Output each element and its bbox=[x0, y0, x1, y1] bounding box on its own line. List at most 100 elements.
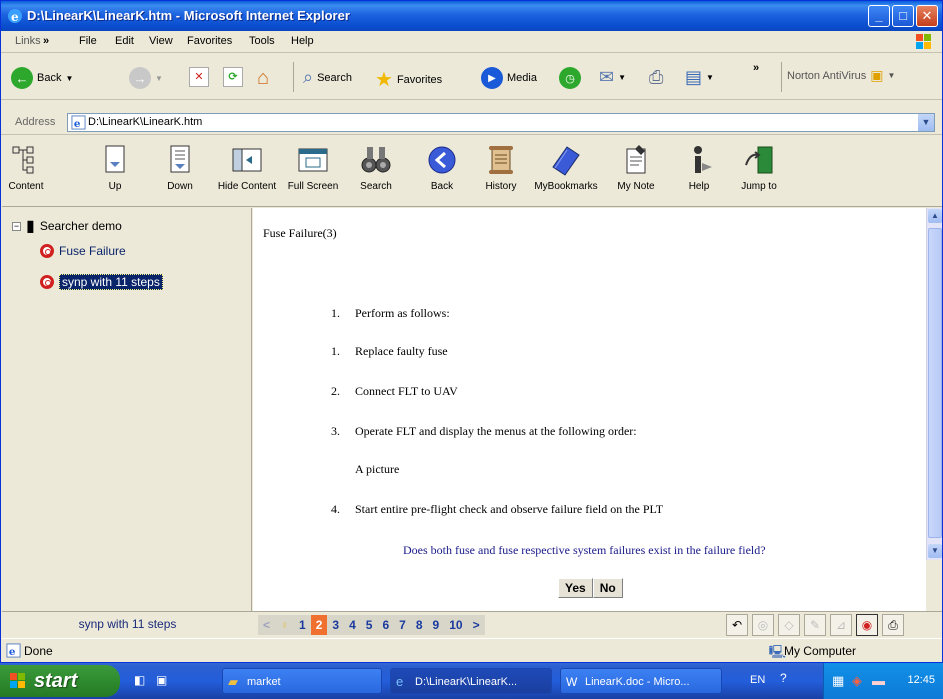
up-button[interactable]: Up bbox=[98, 143, 132, 192]
step-item: 1. Replace faulty fuse bbox=[331, 344, 448, 358]
jump-door-icon bbox=[745, 146, 773, 174]
learning-tools: ↶ ◎ ◇ ✎ ⊿ ◉ ⎙ bbox=[726, 614, 904, 636]
quick-launch-icon[interactable]: ▣ bbox=[156, 673, 167, 687]
favorites-button[interactable]: ★ Favorites bbox=[375, 67, 442, 92]
step-item: 2. Connect FLT to UAV bbox=[331, 384, 458, 398]
quick-launch-icon[interactable]: ◧ bbox=[134, 673, 145, 687]
back-button[interactable]: ← Back ▼ bbox=[11, 67, 73, 89]
norton-antivirus-button[interactable]: Norton AntiVirus ▣ ▼ bbox=[787, 67, 895, 84]
scroll-down-button[interactable]: ▼ bbox=[928, 544, 942, 558]
eraser-icon[interactable]: ◇ bbox=[778, 614, 800, 636]
current-topic-label: synp with 11 steps bbox=[78, 617, 177, 631]
links-chevron[interactable]: » bbox=[43, 35, 49, 47]
no-button[interactable]: No bbox=[592, 578, 623, 598]
refresh-button[interactable]: ⟳ bbox=[223, 67, 243, 87]
status-bar: e Done 🖳 My Computer bbox=[2, 638, 942, 662]
vertical-scrollbar[interactable]: ▲ ▼ bbox=[926, 208, 942, 560]
page-8[interactable]: 8 bbox=[411, 615, 428, 635]
page-1[interactable]: 1 bbox=[294, 615, 311, 635]
chart-icon[interactable]: ⊿ bbox=[830, 614, 852, 636]
edit-icon: ▤ bbox=[685, 67, 703, 87]
page-5[interactable]: 5 bbox=[361, 615, 378, 635]
step-item: 4. Start entire pre-flight check and obse… bbox=[331, 502, 664, 516]
menu-tools[interactable]: Tools bbox=[249, 35, 275, 47]
help-tray-icon[interactable]: ? bbox=[780, 671, 787, 685]
help-button[interactable]: Help bbox=[684, 143, 714, 192]
ie-page-icon: e bbox=[71, 115, 86, 130]
progress-marker-icon: ♀ bbox=[280, 618, 290, 632]
page-10[interactable]: 10 bbox=[444, 615, 467, 635]
collapse-icon[interactable]: − bbox=[12, 221, 21, 231]
page-6[interactable]: 6 bbox=[377, 615, 394, 635]
page-7[interactable]: 7 bbox=[394, 615, 411, 635]
svg-text:e: e bbox=[11, 10, 19, 24]
my-note-button[interactable]: My Note bbox=[612, 143, 660, 192]
my-bookmarks-button[interactable]: MyBookmarks bbox=[534, 143, 598, 192]
hide-content-button[interactable]: Hide Content bbox=[214, 143, 280, 192]
step-pager: < ♀ 1 2 3 4 5 6 7 8 9 10 > bbox=[258, 615, 485, 635]
title-bar[interactable]: e D:\LinearK\LinearK.htm - Microsoft Int… bbox=[1, 1, 942, 31]
edit-button[interactable]: ▤ ▼ bbox=[685, 67, 714, 88]
tree-item-synp-with-11-steps[interactable]: synp with 11 steps bbox=[40, 274, 163, 290]
jump-to-button[interactable]: Jump to bbox=[736, 143, 782, 192]
search-button[interactable]: ⌕ Search bbox=[303, 67, 352, 88]
task-market[interactable]: ▰ market bbox=[222, 668, 382, 694]
maximize-button[interactable]: □ bbox=[892, 5, 914, 27]
ie-page-icon: e bbox=[6, 643, 21, 658]
tree-item-fuse-failure[interactable]: Fuse Failure bbox=[40, 244, 126, 258]
media-icon: ▶ bbox=[481, 67, 503, 89]
links-toolbar[interactable]: Links bbox=[15, 35, 41, 47]
back-help-button[interactable]: Back bbox=[424, 143, 460, 192]
down-button[interactable]: Down bbox=[160, 143, 200, 192]
menu-view[interactable]: View bbox=[149, 35, 173, 47]
address-input[interactable]: e D:\LinearK\LinearK.htm ▼ bbox=[67, 113, 935, 132]
lifebuoy-icon[interactable]: ◉ bbox=[856, 614, 878, 636]
cd-icon[interactable]: ◎ bbox=[752, 614, 774, 636]
tray-app-icon[interactable]: ◈ bbox=[852, 673, 862, 689]
task-word-doc[interactable]: W LinearK.doc - Micro... bbox=[560, 668, 722, 694]
history-button[interactable]: ◷ bbox=[559, 67, 581, 89]
home-button[interactable]: ⌂ bbox=[257, 67, 269, 90]
prev-page-button[interactable]: < bbox=[258, 615, 275, 635]
pen-icon[interactable]: ✎ bbox=[804, 614, 826, 636]
page-2[interactable]: 2 bbox=[310, 615, 328, 635]
page-9[interactable]: 9 bbox=[428, 615, 445, 635]
menu-edit[interactable]: Edit bbox=[115, 35, 134, 47]
page-3[interactable]: 3 bbox=[327, 615, 344, 635]
address-dropdown-button[interactable]: ▼ bbox=[918, 114, 934, 131]
yes-button[interactable]: Yes bbox=[558, 578, 593, 598]
address-bar: Address e D:\LinearK\LinearK.htm ▼ bbox=[1, 111, 942, 135]
page-4[interactable]: 4 bbox=[344, 615, 361, 635]
stop-button[interactable]: ✕ bbox=[189, 67, 209, 87]
content-tree: − ▮ Searcher demo Fuse Failure synp with… bbox=[2, 208, 252, 611]
print-button[interactable]: ⎙ bbox=[649, 67, 663, 88]
language-indicator[interactable]: EN bbox=[750, 674, 765, 686]
toolbar-separator bbox=[781, 62, 782, 92]
next-page-button[interactable]: > bbox=[468, 615, 485, 635]
content-button[interactable]: Content bbox=[4, 143, 48, 192]
network-icon[interactable]: ▦ bbox=[832, 673, 844, 689]
scroll-thumb[interactable] bbox=[928, 228, 942, 538]
start-button[interactable]: start bbox=[0, 665, 120, 697]
history-clock-icon: ◷ bbox=[559, 67, 581, 89]
menu-favorites[interactable]: Favorites bbox=[187, 35, 232, 47]
minimize-button[interactable]: _ bbox=[868, 5, 890, 27]
forward-button[interactable]: → ▼ bbox=[129, 67, 163, 89]
media-button[interactable]: ▶ Media bbox=[481, 67, 537, 89]
full-screen-button[interactable]: Full Screen bbox=[284, 143, 342, 192]
print-icon[interactable]: ⎙ bbox=[882, 614, 904, 636]
tree-root[interactable]: − ▮ Searcher demo bbox=[12, 216, 122, 236]
history-help-button[interactable]: History bbox=[482, 143, 520, 192]
window-title: D:\LinearK\LinearK.htm - Microsoft Inter… bbox=[27, 8, 350, 23]
undo-icon[interactable]: ↶ bbox=[726, 614, 748, 636]
norton-icon: ▣ bbox=[870, 67, 884, 83]
volume-icon[interactable]: ▬ bbox=[872, 673, 885, 688]
toolbar-chevron[interactable]: » bbox=[753, 62, 759, 74]
scroll-up-button[interactable]: ▲ bbox=[928, 209, 942, 223]
mail-button[interactable]: ✉ ▼ bbox=[599, 67, 626, 88]
menu-help[interactable]: Help bbox=[291, 35, 314, 47]
close-button[interactable]: ✕ bbox=[916, 5, 938, 27]
menu-file[interactable]: File bbox=[79, 35, 97, 47]
task-ie-linear[interactable]: e D:\LinearK\LinearK... bbox=[390, 668, 552, 694]
search-help-button[interactable]: Search bbox=[354, 143, 398, 192]
